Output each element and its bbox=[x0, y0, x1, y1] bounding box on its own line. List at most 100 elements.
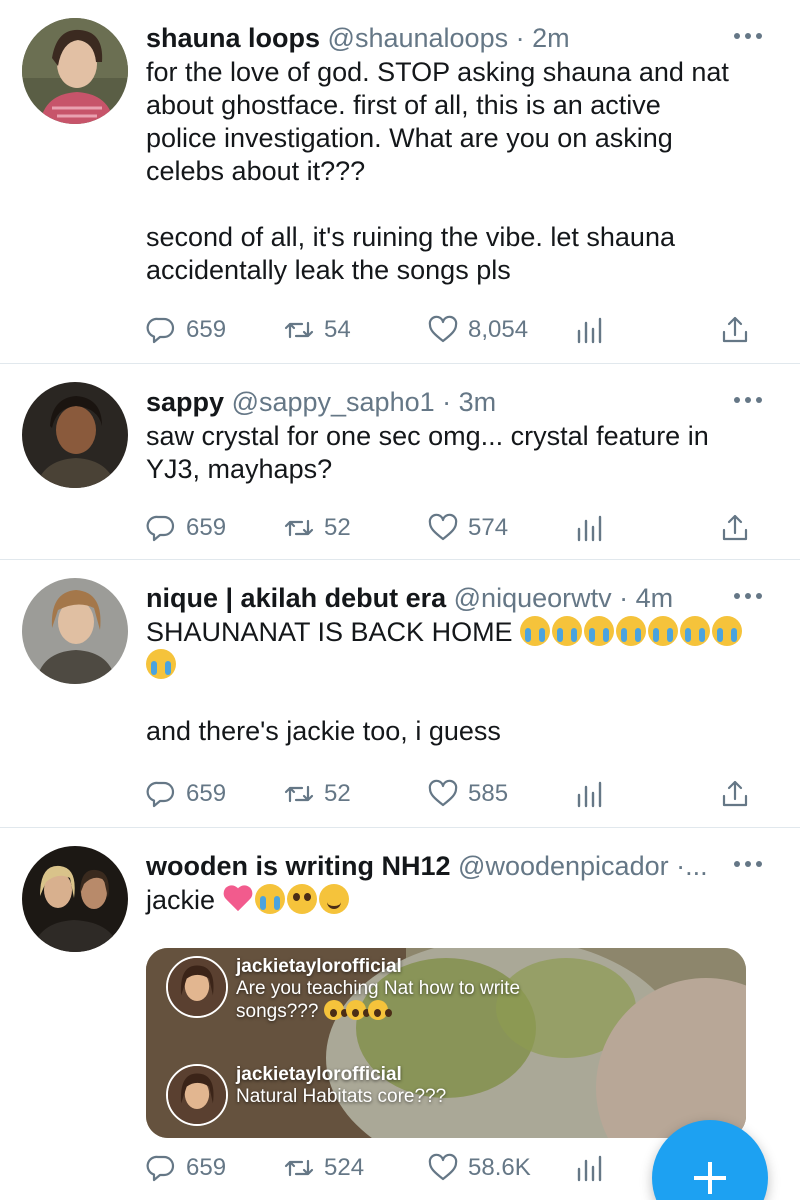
more-options-icon[interactable] bbox=[734, 26, 770, 46]
more-options-icon[interactable] bbox=[734, 586, 770, 606]
like-button[interactable]: 58.6K bbox=[428, 1150, 531, 1186]
more-options-icon[interactable] bbox=[734, 854, 770, 874]
like-button[interactable]: 8,054 bbox=[428, 312, 528, 348]
heart-icon bbox=[428, 779, 458, 807]
tweet-1[interactable]: shauna loops @shaunaloops · 2m for the l… bbox=[0, 0, 800, 364]
retweet-count: 54 bbox=[324, 316, 351, 343]
avatar-image bbox=[22, 846, 128, 952]
stats-button[interactable] bbox=[574, 776, 604, 812]
crying-emoji bbox=[648, 616, 679, 646]
story-comment: jackietaylorofficial Natural Habitats co… bbox=[166, 1064, 446, 1126]
retweet-icon bbox=[284, 785, 314, 803]
tweet-2[interactable]: sappy @sappy_sapho1 · 3m saw crystal for… bbox=[0, 364, 800, 560]
stats-icon bbox=[577, 1155, 602, 1182]
reply-icon bbox=[146, 781, 175, 808]
retweet-count: 52 bbox=[324, 780, 351, 807]
display-name[interactable]: shauna loops bbox=[146, 23, 320, 53]
retweet-button[interactable]: 524 bbox=[284, 1150, 364, 1186]
reply-icon bbox=[146, 515, 175, 542]
tweet-text: for the love of god. STOP asking shauna … bbox=[146, 56, 770, 287]
comment-text-span: songs??? bbox=[236, 1001, 319, 1022]
crying-emoji bbox=[146, 649, 176, 679]
retweet-button[interactable]: 54 bbox=[284, 312, 351, 348]
stats-icon bbox=[577, 781, 602, 808]
tweet-3[interactable]: nique | akilah debut era @niqueorwtv · 4… bbox=[0, 560, 800, 828]
avatar[interactable] bbox=[22, 846, 128, 952]
share-button[interactable] bbox=[720, 510, 750, 546]
like-button[interactable]: 585 bbox=[428, 776, 508, 812]
pleading-emoji bbox=[286, 884, 317, 914]
stats-icon bbox=[577, 317, 602, 344]
crying-emoji bbox=[254, 884, 285, 914]
tweet-header: shauna loops @shaunaloops · 2m bbox=[146, 20, 770, 56]
tweet-text: saw crystal for one sec omg... crystal f… bbox=[146, 420, 770, 486]
pink-heart-emoji bbox=[223, 884, 253, 914]
display-name[interactable]: wooden is writing NH12 bbox=[146, 851, 451, 881]
display-name[interactable]: nique | akilah debut era bbox=[146, 583, 446, 613]
comment-text: Natural Habitats core??? bbox=[236, 1086, 447, 1107]
tweet-text-line: accidentally leak the songs pls bbox=[146, 255, 511, 285]
reply-button[interactable]: 659 bbox=[146, 312, 226, 348]
like-count: 58.6K bbox=[468, 1154, 531, 1181]
reply-button[interactable]: 659 bbox=[146, 1150, 226, 1186]
reply-icon bbox=[146, 317, 175, 344]
like-button[interactable]: 574 bbox=[428, 510, 508, 546]
tweet-text-line: celebs about it??? bbox=[146, 156, 366, 186]
reply-button[interactable]: 659 bbox=[146, 776, 226, 812]
heart-icon bbox=[428, 1153, 458, 1181]
more-options-icon[interactable] bbox=[734, 390, 770, 410]
tweet-text-line: jackie bbox=[146, 884, 770, 917]
tweet-header: wooden is writing NH12 @woodenpicador ·.… bbox=[146, 848, 770, 884]
commenter-avatar bbox=[166, 1064, 228, 1126]
tweet-text: SHAUNANAT IS BACK HOME and there's jacki… bbox=[146, 616, 770, 748]
pleading-emoji bbox=[323, 1000, 344, 1020]
crying-emoji bbox=[680, 616, 711, 646]
avatar[interactable] bbox=[22, 18, 128, 124]
reply-count: 659 bbox=[186, 316, 227, 343]
share-button[interactable] bbox=[720, 312, 750, 348]
commenter-username: jackietaylorofficial bbox=[236, 956, 402, 977]
commenter-username: jackietaylorofficial bbox=[236, 1064, 402, 1085]
story-comment: jackietaylorofficial Are you teaching Na… bbox=[166, 956, 520, 1023]
pleading-emoji bbox=[367, 1000, 388, 1020]
handle-and-time: @shaunaloops · 2m bbox=[327, 23, 570, 53]
retweet-count: 524 bbox=[324, 1154, 365, 1181]
retweet-icon bbox=[284, 519, 314, 537]
retweet-count: 52 bbox=[324, 514, 351, 541]
retweet-button[interactable]: 52 bbox=[284, 776, 351, 812]
like-count: 574 bbox=[468, 514, 509, 541]
crying-emoji bbox=[520, 616, 551, 646]
avatar[interactable] bbox=[22, 382, 128, 488]
display-name[interactable]: sappy bbox=[146, 387, 224, 417]
share-button[interactable] bbox=[720, 776, 750, 812]
share-icon bbox=[722, 514, 748, 541]
avatar-image bbox=[22, 578, 128, 684]
reply-count: 659 bbox=[186, 514, 227, 541]
stats-icon bbox=[577, 515, 602, 542]
stats-button[interactable] bbox=[574, 510, 604, 546]
handle-and-time: @woodenpicador ·... bbox=[458, 851, 708, 881]
tweet-text-line: and there's jackie too, i guess bbox=[146, 716, 501, 746]
avatar[interactable] bbox=[22, 578, 128, 684]
tweet-text-line: second of all, it's ruining the vibe. le… bbox=[146, 222, 675, 252]
reply-button[interactable]: 659 bbox=[146, 510, 226, 546]
reply-icon bbox=[146, 1155, 175, 1182]
heart-icon bbox=[428, 513, 458, 541]
tweet-header: sappy @sappy_sapho1 · 3m bbox=[146, 384, 770, 420]
tweet-text-span: SHAUNANAT IS BACK HOME bbox=[146, 617, 513, 647]
comment-text: Are you teaching Nat how to write bbox=[236, 978, 521, 999]
pleading-emoji bbox=[345, 1000, 366, 1020]
retweet-button[interactable]: 52 bbox=[284, 510, 351, 546]
tweet-text-line: SHAUNANAT IS BACK HOME bbox=[146, 616, 770, 649]
reply-count: 659 bbox=[186, 780, 227, 807]
like-count: 585 bbox=[468, 780, 509, 807]
tweet-text-line: about ghostface. first of all, this is a… bbox=[146, 90, 661, 120]
tweet-actions: 659 52 574 bbox=[146, 510, 766, 546]
tweet-actions: 659 54 8,054 bbox=[146, 312, 766, 348]
share-icon bbox=[722, 316, 748, 343]
crying-emoji bbox=[552, 616, 583, 646]
stats-button[interactable] bbox=[574, 312, 604, 348]
media-attachment[interactable]: jackietaylorofficial Are you teaching Na… bbox=[146, 948, 746, 1138]
stats-button[interactable] bbox=[574, 1150, 604, 1186]
tweet-text: jackie bbox=[146, 884, 770, 917]
